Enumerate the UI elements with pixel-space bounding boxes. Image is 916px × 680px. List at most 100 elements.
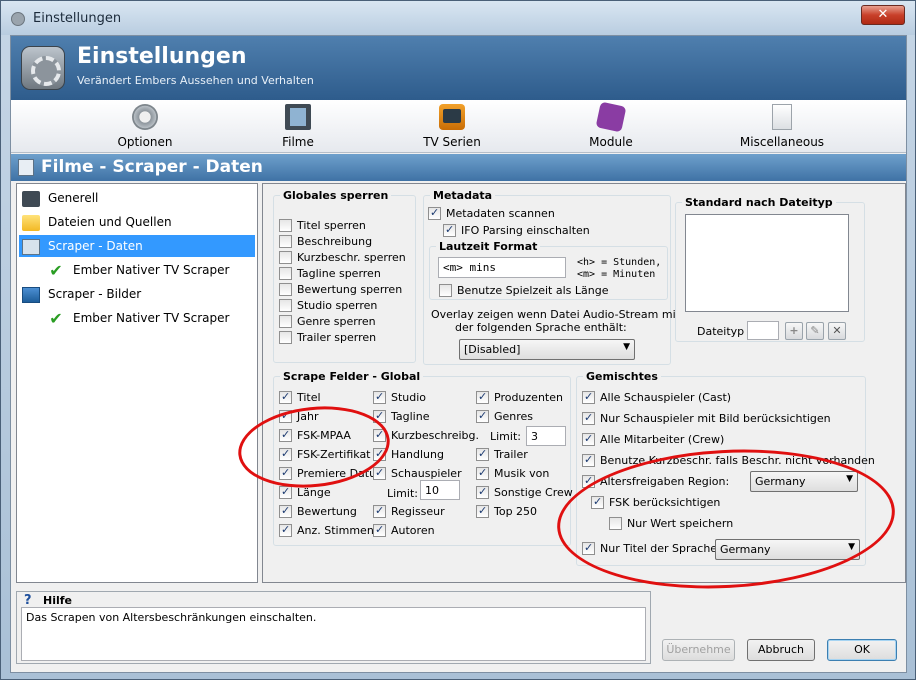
checkbox-fsk-mpaa[interactable]: FSK-MPAA (279, 428, 351, 443)
checkbox-box[interactable] (609, 517, 622, 530)
checkbox-box[interactable] (476, 485, 489, 499)
checkbox-nur-schauspieler-bild[interactable]: Nur Schauspieler mit Bild berücksichtige… (582, 411, 831, 426)
checkbox-top-250[interactable]: Top 250 (476, 504, 537, 519)
altersfreigaben-region-select[interactable]: Germany ▼ (750, 471, 858, 492)
checkbox-box[interactable] (373, 428, 386, 442)
checkbox-beschreibung[interactable]: Beschreibung (279, 235, 372, 249)
titel-sprache-select[interactable]: Germany ▼ (715, 539, 860, 560)
checkbox-box[interactable] (279, 409, 292, 423)
add-button[interactable]: + (785, 322, 803, 340)
checkbox-box[interactable] (476, 390, 489, 404)
checkbox-box[interactable] (373, 523, 386, 537)
checkbox-box[interactable] (279, 466, 292, 480)
toolbar-optionen[interactable]: Optionen (90, 104, 200, 149)
remove-button[interactable]: ✕ (828, 322, 846, 340)
checkbox-spielzeit-laenge[interactable]: Benutze Spielzeit als Länge (439, 284, 608, 298)
checkbox-box[interactable] (279, 251, 292, 264)
checkbox-bewertung[interactable]: Bewertung (279, 504, 357, 519)
checkbox-nur-titel-sprache[interactable]: Nur Titel der Sprache: (582, 541, 721, 556)
tree-item-dateien[interactable]: Dateien und Quellen (19, 211, 255, 233)
checkbox-handlung[interactable]: Handlung (373, 447, 444, 462)
checkbox-box[interactable] (582, 390, 595, 404)
checkbox-kurzbeschreibung[interactable]: Kurzbeschreibg. (373, 428, 479, 443)
checkbox-trailer[interactable]: Trailer (476, 447, 528, 462)
checkbox-box[interactable] (373, 466, 386, 480)
cancel-button[interactable]: Abbruch (747, 639, 815, 661)
limit-kurzbeschreibung-input[interactable]: 3 (526, 426, 566, 446)
checkbox-produzenten[interactable]: Produzenten (476, 390, 563, 405)
checkbox-box[interactable] (582, 474, 595, 488)
checkbox-nur-wert-speichern[interactable]: Nur Wert speichern (609, 517, 733, 531)
checkbox-box[interactable] (373, 390, 386, 404)
checkbox-altersfreigaben[interactable]: Altersfreigaben Region: (582, 474, 729, 489)
checkbox-box[interactable] (476, 466, 489, 480)
toolbar-module[interactable]: Module (556, 101, 666, 149)
dateityp-list[interactable] (685, 214, 849, 312)
close-button[interactable]: ✕ (861, 5, 905, 25)
checkbox-box[interactable] (476, 504, 489, 518)
checkbox-box[interactable] (428, 206, 441, 220)
checkbox-studio[interactable]: Studio (373, 390, 426, 405)
ok-button[interactable]: OK (827, 639, 897, 661)
checkbox-box[interactable] (476, 409, 489, 423)
checkbox-box[interactable] (279, 485, 292, 499)
checkbox-box[interactable] (439, 284, 452, 297)
overlay-language-select[interactable]: [Disabled] ▼ (459, 339, 635, 360)
checkbox-alle-schauspieler[interactable]: Alle Schauspieler (Cast) (582, 390, 731, 405)
checkbox-kurzbeschr-sperren[interactable]: Kurzbeschr. sperren (279, 251, 406, 265)
checkbox-box[interactable] (279, 299, 292, 312)
checkbox-box[interactable] (591, 495, 604, 509)
tree-item-scraper-bilder[interactable]: Scraper - Bilder (19, 283, 255, 305)
toolbar-miscellaneous[interactable]: Miscellaneous (727, 104, 837, 149)
checkbox-box[interactable] (582, 432, 595, 446)
checkbox-box[interactable] (582, 541, 595, 555)
checkbox-benutze-kurzbeschr[interactable]: Benutze Kurzbeschr. falls Beschr. nicht … (582, 453, 875, 468)
checkbox-fsk-zertifikat[interactable]: FSK-Zertifikat (279, 447, 371, 462)
checkbox-studio-sperren[interactable]: Studio sperren (279, 299, 377, 313)
tree-item-ember-tv-scraper-bilder[interactable]: ✔ Ember Nativer TV Scraper (47, 307, 255, 329)
checkbox-premiere-datum[interactable]: Premiere Datum (279, 466, 387, 481)
checkbox-box[interactable] (279, 235, 292, 248)
checkbox-schauspieler[interactable]: Schauspieler (373, 466, 462, 481)
checkbox-box[interactable] (279, 504, 292, 518)
checkbox-fsk-beruecksichtigen[interactable]: FSK berücksichtigen (591, 495, 720, 510)
checkbox-bewertung-sperren[interactable]: Bewertung sperren (279, 283, 402, 297)
title-bar[interactable]: Einstellungen ✕ (1, 1, 915, 35)
checkbox-titel-sperren[interactable]: Titel sperren (279, 219, 366, 233)
checkbox-box[interactable] (582, 411, 595, 425)
checkbox-box[interactable] (279, 219, 292, 232)
checkbox-musik-von[interactable]: Musik von (476, 466, 549, 481)
edit-button[interactable]: ✎ (806, 322, 824, 340)
checkbox-box[interactable] (279, 523, 292, 537)
checkbox-metadaten-scannen[interactable]: Metadaten scannen (428, 206, 555, 221)
checkbox-ifo-parsing[interactable]: IFO Parsing einschalten (443, 223, 590, 238)
checkbox-autoren[interactable]: Autoren (373, 523, 435, 538)
checkbox-titel[interactable]: Titel (279, 390, 321, 405)
checkbox-box[interactable] (279, 447, 292, 461)
checkbox-tagline-sperren[interactable]: Tagline sperren (279, 267, 381, 281)
checkbox-anz-stimmen[interactable]: Anz. Stimmen (279, 523, 374, 538)
checkbox-box[interactable] (443, 223, 456, 237)
checkbox-box[interactable] (279, 390, 292, 404)
tree-item-generell[interactable]: Generell (19, 187, 255, 209)
checkbox-box[interactable] (279, 331, 292, 344)
checkbox-sonstige-crew[interactable]: Sonstige Crew (476, 485, 573, 500)
checkbox-genre-sperren[interactable]: Genre sperren (279, 315, 376, 329)
dateityp-input[interactable] (747, 321, 779, 340)
checkbox-tagline[interactable]: Tagline (373, 409, 429, 424)
checkbox-genres[interactable]: Genres (476, 409, 533, 424)
toolbar-filme[interactable]: Filme (243, 104, 353, 149)
checkbox-regisseur[interactable]: Regisseur (373, 504, 445, 519)
tree-item-ember-tv-scraper[interactable]: ✔ Ember Nativer TV Scraper (47, 259, 255, 281)
checkbox-laenge[interactable]: Länge (279, 485, 331, 500)
checkbox-box[interactable] (373, 409, 386, 423)
limit-schauspieler-input[interactable]: 10 (420, 480, 460, 500)
checkbox-box[interactable] (582, 453, 595, 467)
checkbox-trailer-sperren[interactable]: Trailer sperren (279, 331, 376, 345)
checkbox-box[interactable] (279, 283, 292, 296)
checkbox-box[interactable] (476, 447, 489, 461)
checkbox-box[interactable] (373, 504, 386, 518)
tree-item-scraper-daten[interactable]: Scraper - Daten (19, 235, 255, 257)
checkbox-box[interactable] (373, 447, 386, 461)
checkbox-jahr[interactable]: Jahr (279, 409, 318, 424)
